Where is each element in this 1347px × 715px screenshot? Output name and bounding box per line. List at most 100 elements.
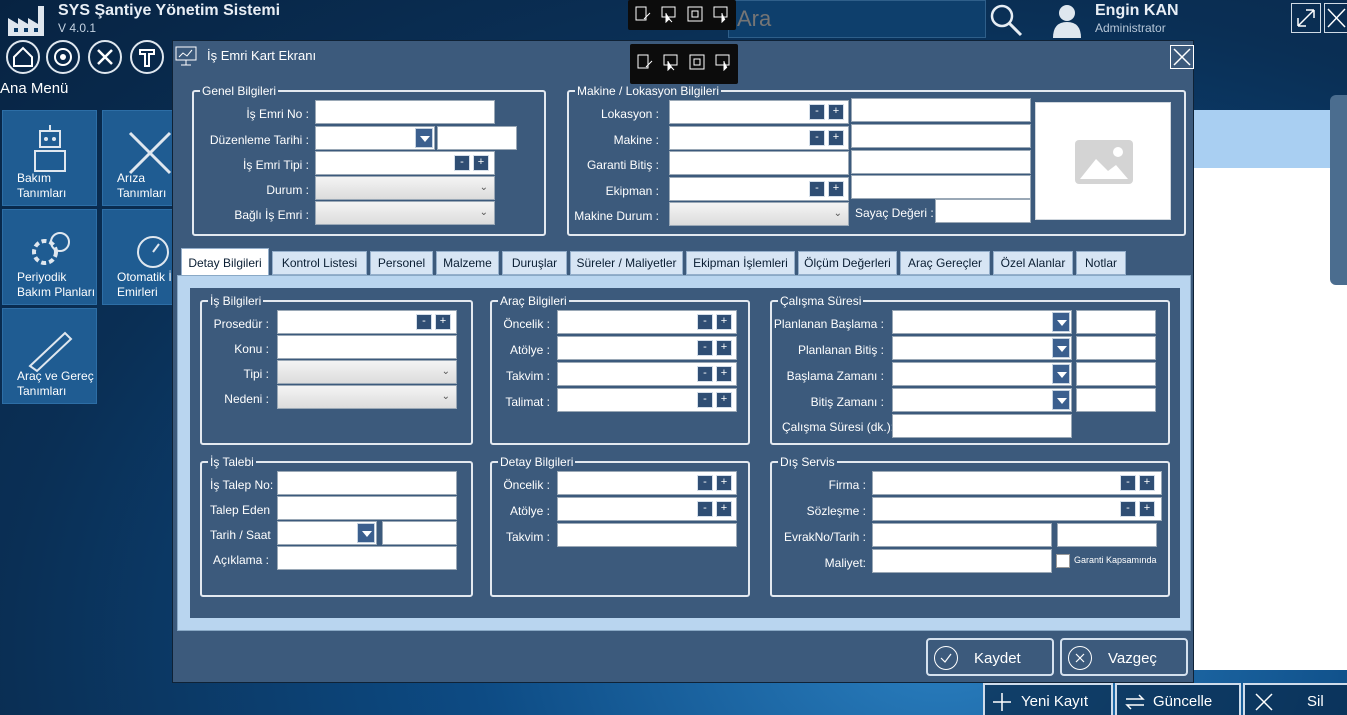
minus-button[interactable]: - (697, 475, 713, 491)
side-tab[interactable] (1330, 95, 1347, 285)
tools-nav-icon[interactable] (88, 40, 122, 74)
plus-button[interactable]: + (1139, 475, 1155, 491)
planned-start-date[interactable] (892, 310, 1072, 334)
plus-button[interactable]: + (1139, 501, 1155, 517)
tab-notes[interactable]: Notlar (1076, 251, 1126, 275)
warranty-checkbox[interactable] (1056, 554, 1070, 568)
tab-stops[interactable]: Duruşlar (502, 251, 567, 275)
machine-desc-input[interactable] (851, 124, 1031, 148)
minus-button[interactable]: - (454, 155, 470, 171)
location-desc-input[interactable] (851, 98, 1031, 122)
detail-calendar-input[interactable] (557, 523, 737, 547)
planned-end-date[interactable] (892, 336, 1072, 360)
request-time-input[interactable] (382, 521, 457, 545)
minus-button[interactable]: - (809, 104, 825, 120)
plus-button[interactable]: + (716, 366, 732, 382)
request-date-picker[interactable] (277, 521, 377, 545)
frame-icon[interactable] (686, 5, 704, 23)
plus-button[interactable]: + (473, 155, 489, 171)
plus-button[interactable]: + (716, 314, 732, 330)
minus-button[interactable]: - (697, 366, 713, 382)
menu-tile-periyodik[interactable]: Periyodik Bakım Planları (2, 209, 97, 305)
search-icon[interactable] (988, 2, 1024, 38)
warranty-extra-input[interactable] (851, 150, 1031, 174)
edit-date-picker[interactable] (315, 126, 435, 150)
machine-status-select[interactable]: ⌄ (669, 202, 849, 226)
new-record-button[interactable]: Yeni Kayıt (983, 683, 1113, 715)
plus-button[interactable]: + (828, 181, 844, 197)
screen-pointer-icon[interactable] (712, 5, 730, 23)
description-input[interactable] (277, 546, 457, 570)
plus-button[interactable]: + (828, 104, 844, 120)
work-order-no-input[interactable] (315, 100, 495, 124)
reason-select[interactable]: ⌄ (277, 385, 457, 409)
end-time[interactable] (1076, 388, 1156, 412)
menu-tile-bakim[interactable]: Bakım Tanımları (2, 110, 97, 206)
tab-checklist[interactable]: Kontrol Listesi (272, 251, 367, 275)
plus-button[interactable]: + (716, 501, 732, 517)
search-box[interactable] (728, 0, 986, 38)
end-date[interactable] (892, 388, 1072, 412)
minus-button[interactable]: - (697, 501, 713, 517)
tab-custom-fields[interactable]: Özel Alanlar (993, 251, 1073, 275)
subject-input[interactable] (277, 335, 457, 359)
home-icon[interactable] (6, 40, 40, 74)
restore-window-button[interactable] (1291, 3, 1321, 33)
update-button[interactable]: Güncelle (1115, 683, 1241, 715)
menu-tile-otomatik[interactable]: Otomatik İş Emirleri (102, 209, 178, 305)
plus-button[interactable]: + (716, 340, 732, 356)
warranty-end-input[interactable] (669, 151, 849, 175)
frame-icon[interactable] (688, 53, 706, 71)
screen-pointer-icon[interactable] (714, 53, 732, 71)
equipment-desc-input[interactable] (851, 175, 1031, 199)
pointer-icon[interactable] (662, 53, 680, 71)
tab-tools[interactable]: Araç Gereçler (900, 251, 990, 275)
type-select[interactable]: ⌄ (277, 360, 457, 384)
tab-material[interactable]: Malzeme (436, 251, 499, 275)
pointer-icon[interactable] (660, 5, 678, 23)
minus-button[interactable]: - (697, 340, 713, 356)
tab-durations-costs[interactable]: Süreler / Maliyetler (570, 251, 683, 275)
cost-input[interactable] (872, 549, 1052, 573)
tab-measurements[interactable]: Ölçüm Değerleri (798, 251, 897, 275)
modal-close-button[interactable] (1170, 45, 1194, 69)
planned-start-time[interactable] (1076, 310, 1156, 334)
minus-button[interactable]: - (697, 392, 713, 408)
status-select[interactable]: ⌄ (315, 176, 495, 200)
tab-equipment-ops[interactable]: Ekipman İşlemleri (686, 251, 795, 275)
document-no-input[interactable] (872, 523, 1052, 547)
minus-button[interactable]: - (809, 130, 825, 146)
machine-photo[interactable] (1035, 102, 1171, 220)
request-no-input[interactable] (277, 471, 457, 495)
dashboard-icon[interactable] (46, 40, 80, 74)
plus-button[interactable]: + (716, 392, 732, 408)
company-input[interactable] (872, 471, 1162, 495)
delete-button[interactable]: Sil (1243, 683, 1347, 715)
linked-order-select[interactable]: ⌄ (315, 201, 495, 225)
search-input[interactable] (729, 1, 985, 37)
counter-input[interactable] (935, 199, 1031, 223)
cancel-button[interactable]: Vazgeç (1060, 638, 1188, 676)
start-date[interactable] (892, 362, 1072, 386)
minus-button[interactable]: - (1120, 501, 1136, 517)
document-date-input[interactable] (1057, 523, 1157, 547)
minus-button[interactable]: - (416, 314, 432, 330)
close-app-button[interactable] (1324, 3, 1347, 33)
save-button[interactable]: Kaydet (926, 638, 1054, 676)
contract-input[interactable] (872, 497, 1162, 521)
minus-button[interactable]: - (1120, 475, 1136, 491)
tab-detail[interactable]: Detay Bilgileri (181, 248, 269, 276)
planned-end-time[interactable] (1076, 336, 1156, 360)
hammer-icon[interactable] (130, 40, 164, 74)
menu-tile-arac[interactable]: Araç ve Gereç Tanımları (2, 308, 97, 404)
minus-button[interactable]: - (809, 181, 825, 197)
edit-time-input[interactable] (437, 126, 517, 150)
plus-button[interactable]: + (435, 314, 451, 330)
minus-button[interactable]: - (697, 314, 713, 330)
plus-button[interactable]: + (716, 475, 732, 491)
edit-icon[interactable] (636, 53, 654, 71)
work-minutes-input[interactable] (892, 414, 1072, 438)
tab-personnel[interactable]: Personel (370, 251, 433, 275)
menu-tile-ariza[interactable]: Arıza Tanımları (102, 110, 175, 206)
requester-input[interactable] (277, 496, 457, 520)
